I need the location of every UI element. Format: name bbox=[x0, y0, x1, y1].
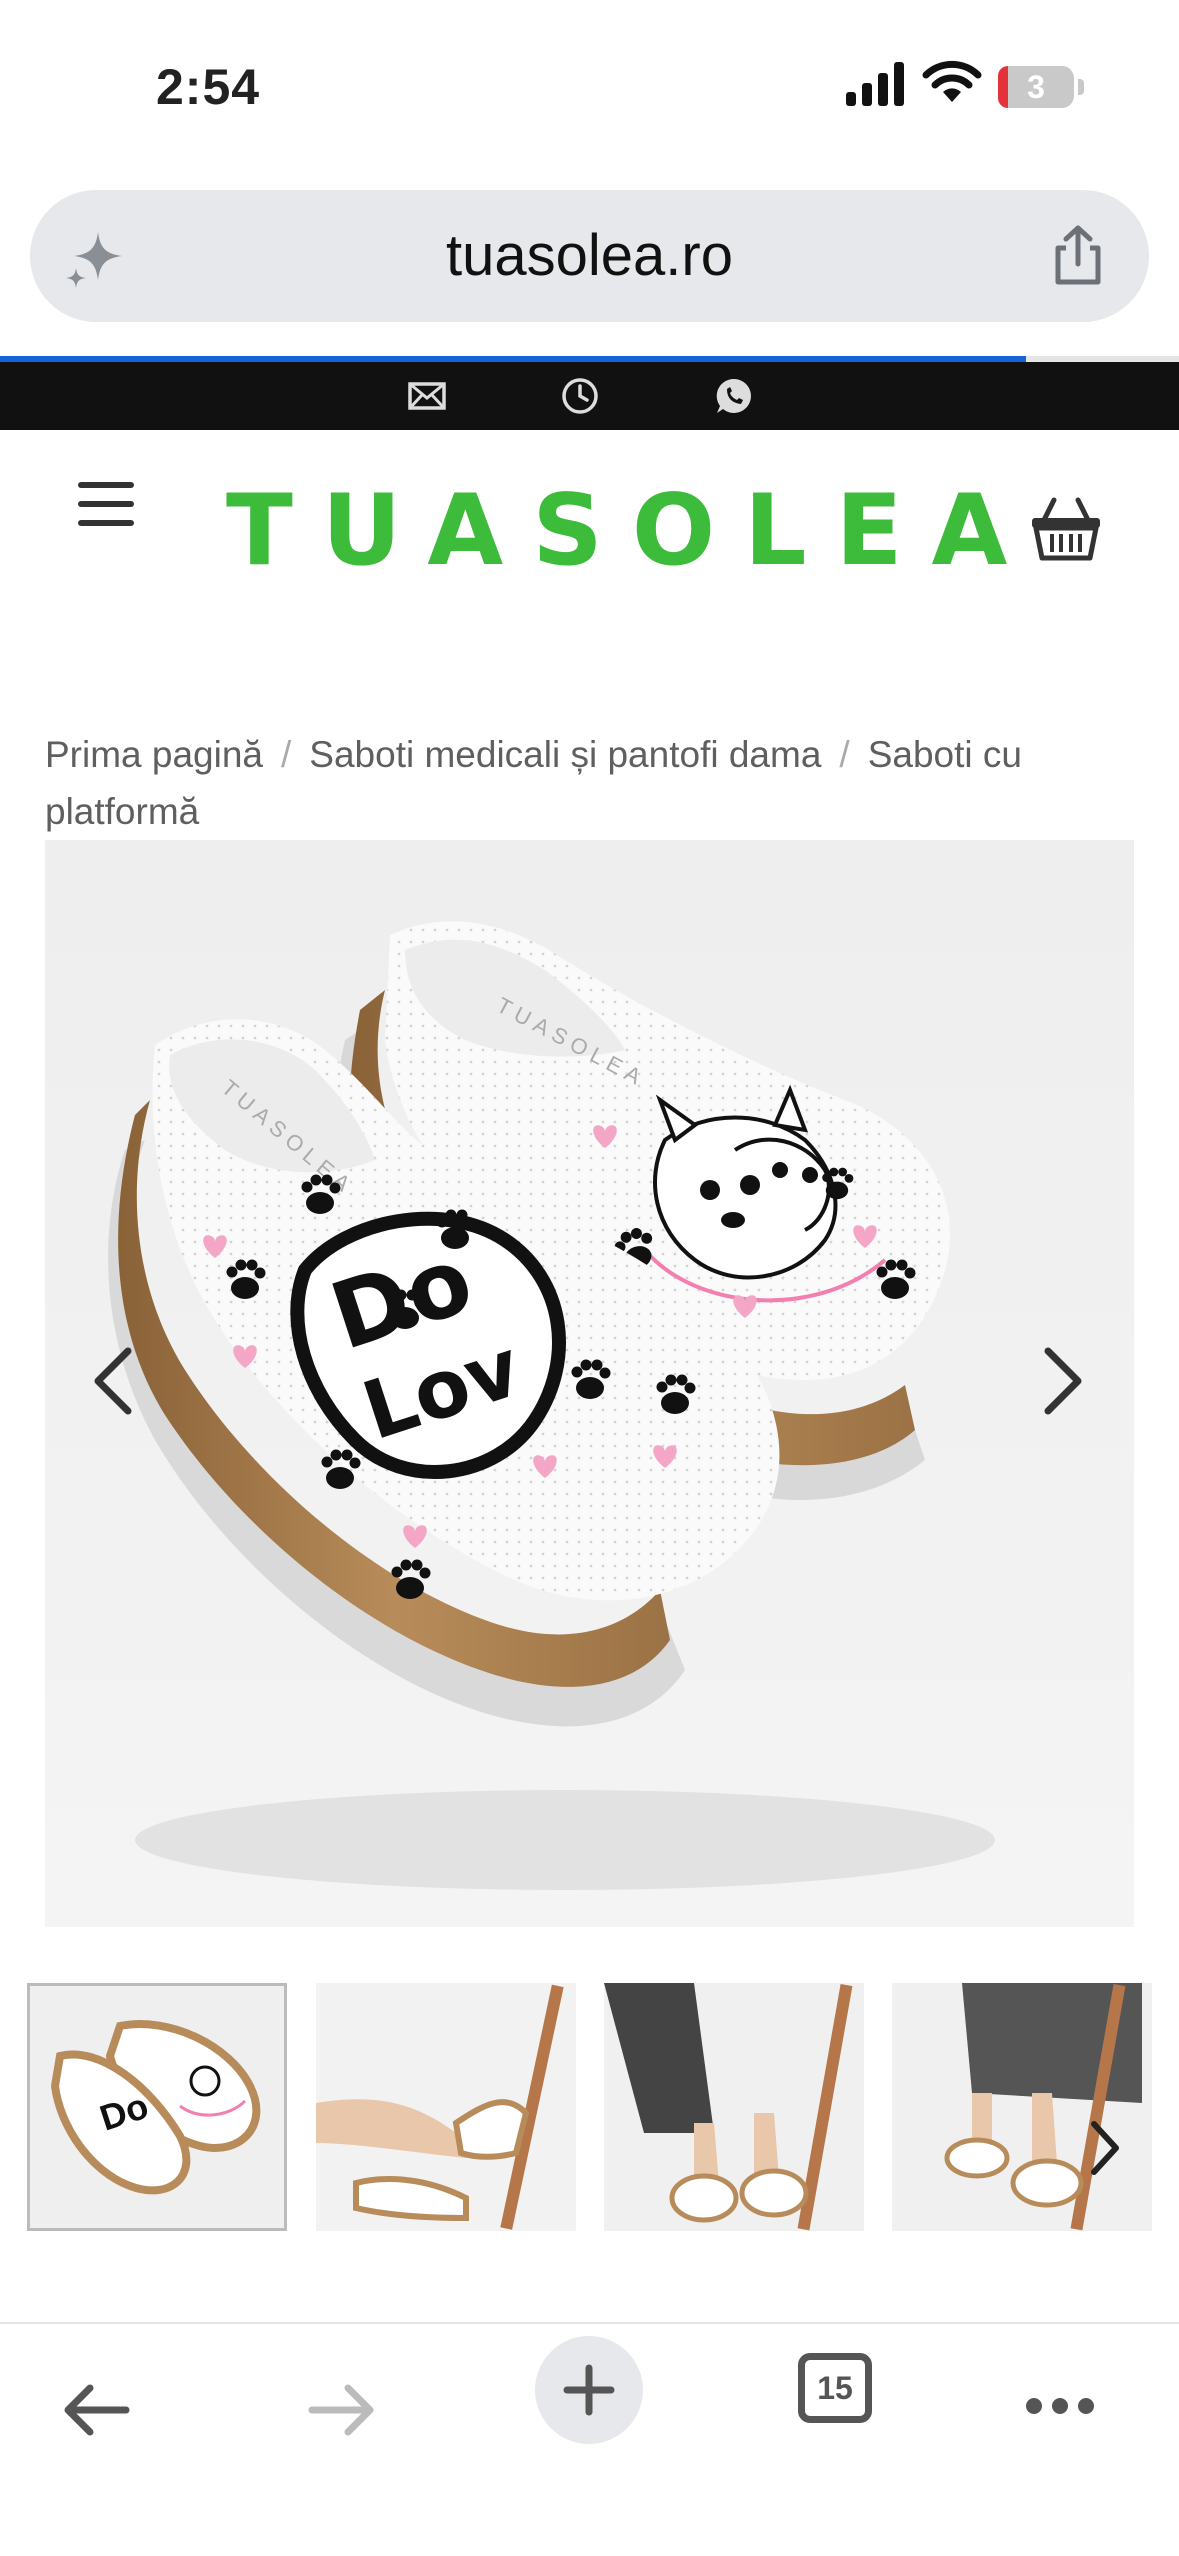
battery-cap bbox=[1078, 79, 1084, 95]
product-main-image[interactable]: TUASOLEA TUASOLEA Do Lov bbox=[45, 840, 1134, 1927]
breadcrumb-home[interactable]: Prima pagină bbox=[45, 734, 263, 775]
breadcrumb-separator: / bbox=[839, 734, 850, 775]
gallery-prev-arrow[interactable] bbox=[90, 1345, 134, 1417]
status-time: 2:54 bbox=[156, 59, 261, 115]
thumbnail-4[interactable] bbox=[892, 1983, 1152, 2231]
thumbnail-2[interactable] bbox=[316, 1983, 576, 2231]
cellular-signal-icon bbox=[846, 62, 904, 106]
url-text[interactable]: tuasolea.ro bbox=[30, 190, 1149, 322]
product-photo-clogs: TUASOLEA TUASOLEA Do Lov bbox=[108, 921, 995, 1890]
thumbnail-1[interactable]: Do bbox=[27, 1983, 287, 2231]
menu-icon[interactable] bbox=[78, 482, 134, 526]
breadcrumb: Prima pagină / Saboti medicali și pantofi … bbox=[45, 726, 1135, 840]
cart-icon[interactable] bbox=[1030, 496, 1102, 562]
status-bar: 2:54 3 bbox=[0, 0, 1179, 170]
site-header: TUASOLEA bbox=[0, 430, 1179, 630]
thumbnail-next-arrow[interactable] bbox=[1088, 2120, 1122, 2176]
site-logo[interactable]: TUASOLEA bbox=[226, 474, 1036, 588]
thumbnail-strip: Do bbox=[0, 1983, 1179, 2233]
address-bar[interactable]: tuasolea.ro bbox=[30, 190, 1149, 322]
tab-switcher-button[interactable]: 15 bbox=[798, 2353, 872, 2423]
share-icon[interactable] bbox=[1048, 224, 1108, 288]
plus-icon bbox=[563, 2364, 615, 2416]
new-tab-button[interactable] bbox=[535, 2336, 643, 2444]
forward-arrow-icon[interactable] bbox=[306, 2380, 378, 2440]
breadcrumb-separator: / bbox=[281, 734, 292, 775]
mail-icon[interactable] bbox=[407, 376, 447, 416]
back-arrow-icon[interactable] bbox=[60, 2380, 132, 2440]
thumbnail-3[interactable] bbox=[604, 1983, 864, 2231]
wifi-icon bbox=[922, 60, 982, 102]
gallery-next-arrow[interactable] bbox=[1042, 1345, 1086, 1417]
contact-strip bbox=[0, 362, 1179, 430]
breadcrumb-category[interactable]: Saboti medicali și pantofi dama bbox=[309, 734, 821, 775]
whatsapp-icon[interactable] bbox=[714, 376, 754, 416]
more-options-icon[interactable] bbox=[1024, 2394, 1096, 2418]
battery-icon: 3 bbox=[998, 66, 1074, 108]
clock-icon[interactable] bbox=[560, 376, 600, 416]
